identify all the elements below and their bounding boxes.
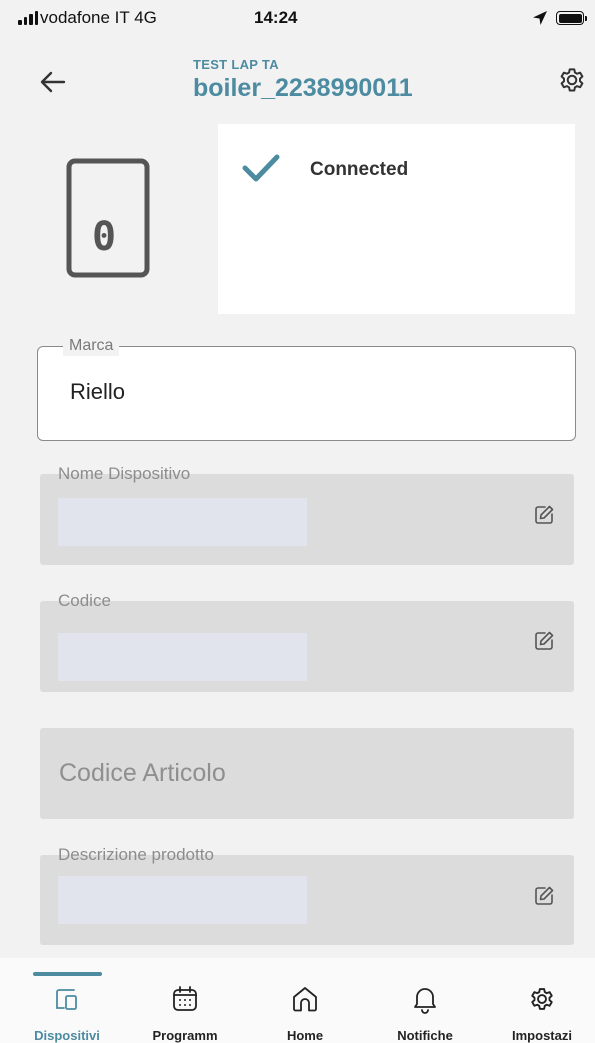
nav-label: Impostazi [512, 1028, 572, 1043]
active-tab-indicator [33, 972, 102, 976]
boiler-display-value: 0 [92, 214, 117, 260]
location-arrow-icon [533, 11, 547, 25]
edit-icon[interactable] [532, 629, 556, 653]
codice-articolo-placeholder: Codice Articolo [59, 759, 226, 787]
nav-item-dispositivi[interactable]: Dispositivi [12, 978, 122, 1043]
nome-dispositivo-field: Nome Dispositivo [40, 464, 574, 565]
edit-icon[interactable] [532, 884, 556, 908]
gear-icon [560, 68, 584, 92]
codice-label: Codice [58, 591, 111, 610]
nav-label: Notifiche [397, 1028, 453, 1043]
status-time: 14:24 [254, 8, 298, 27]
nome-dispositivo-label: Nome Dispositivo [58, 464, 191, 483]
nome-dispositivo-value [58, 498, 307, 546]
marca-value: Riello [70, 379, 126, 404]
page-title: boiler_2238990011 [193, 74, 413, 102]
descrizione-prodotto-field: Descrizione prodotto [40, 845, 574, 945]
codice-value [58, 633, 307, 681]
devices-icon [56, 989, 77, 1010]
nav-item-notifiche[interactable]: Notifiche [370, 978, 480, 1043]
home-icon [293, 987, 317, 1012]
marca-field[interactable]: Marca Riello [37, 336, 576, 441]
battery-icon [556, 11, 587, 25]
nav-label: Dispositivi [34, 1028, 100, 1043]
descrizione-prodotto-value [58, 876, 307, 924]
signal-strength-icon [18, 11, 38, 25]
connection-status-label: Connected [310, 159, 409, 180]
nav-item-impostazioni[interactable]: Impostazi [487, 978, 595, 1043]
bell-icon [414, 988, 436, 1014]
device-settings-button[interactable] [554, 62, 590, 98]
carrier-label: vodafone IT 4G [40, 8, 157, 27]
codice-articolo-field[interactable]: Codice Articolo [40, 728, 574, 819]
nav-item-home[interactable]: Home [250, 978, 360, 1043]
bottom-navigation: Dispositivi Programm Home Notifiche Impo… [0, 958, 595, 1043]
codice-field: Codice [40, 591, 574, 692]
calendar-icon [173, 986, 197, 1011]
status-bar: vodafone IT 4G 14:24 [0, 0, 595, 36]
arrow-left-icon [40, 71, 66, 93]
back-button[interactable] [34, 64, 70, 100]
check-icon [242, 154, 280, 182]
device-group-label: TEST LAP TA [193, 57, 279, 72]
nav-item-programm[interactable]: Programm [130, 978, 240, 1043]
descrizione-prodotto-label: Descrizione prodotto [58, 845, 214, 864]
edit-icon[interactable] [532, 503, 556, 527]
marca-label: Marca [63, 336, 120, 356]
gear-icon [531, 988, 553, 1010]
nav-label: Programm [152, 1028, 218, 1043]
nav-label: Home [286, 1028, 324, 1043]
